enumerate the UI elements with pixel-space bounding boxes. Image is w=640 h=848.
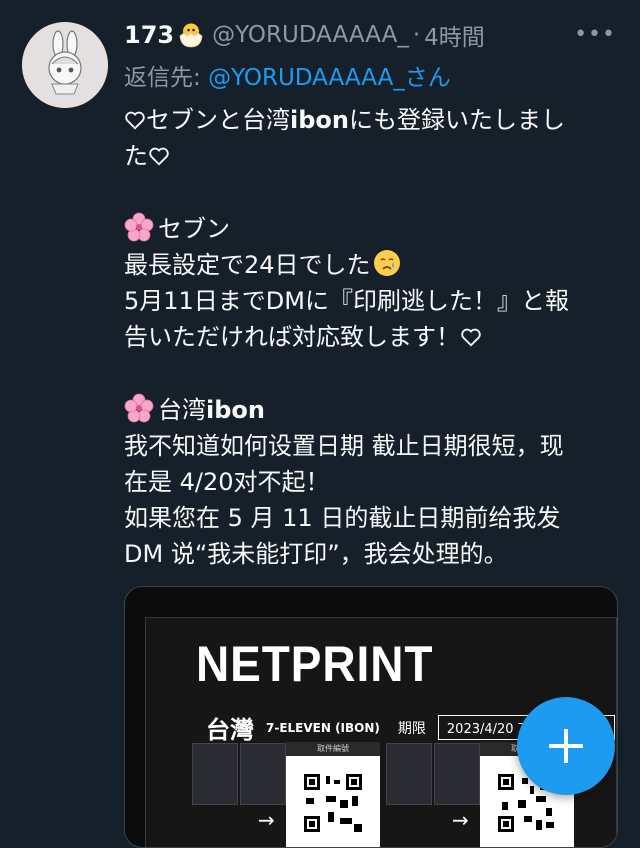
netprint-title: NETPRINT <box>196 636 434 692</box>
cherry-blossom-icon <box>124 212 154 241</box>
text-line: 5月11日までDMに『印刷逃した！』と報 <box>124 287 569 315</box>
hatching-chick-icon <box>176 20 206 50</box>
text-bold-ibon: ibon <box>290 106 349 134</box>
handle[interactable]: @YORUDAAAAA_ <box>212 22 409 48</box>
white-heart-icon <box>149 147 169 166</box>
text-line: 如果您在 5 月 11 日的截止日期前给我发 <box>124 504 561 533</box>
text-segment: 告いただければ対応致します！ <box>124 323 460 352</box>
crying-face-icon <box>373 249 400 276</box>
artwork-thumbnail <box>192 743 238 805</box>
qr-code-card: 取件編號 <box>286 742 380 847</box>
text-line: DM 说“我未能打印”，我会处理的。 <box>124 540 508 569</box>
text-line: 告いただければ対応致します！ <box>124 319 620 355</box>
artwork-thumbnail <box>240 743 286 805</box>
arrow-icon: → <box>258 808 275 832</box>
tweet-header: 173 @YORUDAAAAA_ · 4時間 ••• <box>124 18 622 52</box>
text-segment: にも登録いたしまし <box>348 106 565 134</box>
text-segment: た <box>124 142 148 171</box>
reply-label: 返信先: <box>124 65 209 91</box>
tweet-text: セブンと台湾ibonにも登録いたしまし た セブン 最長設定で24日でした 5月… <box>124 102 620 573</box>
separator: · <box>412 22 421 48</box>
qr-card-label: 取件編號 <box>286 742 380 756</box>
text-segment: セブンと台湾 <box>146 106 290 134</box>
text-line: 台湾ibon <box>124 392 620 428</box>
avatar[interactable] <box>22 22 108 108</box>
netprint-deadline-label: 期限 <box>397 720 426 737</box>
more-horizontal-icon[interactable]: ••• <box>574 22 616 47</box>
white-heart-icon <box>125 111 145 130</box>
white-heart-icon <box>461 328 481 347</box>
cherry-blossom-icon <box>124 393 154 422</box>
text-line: た <box>124 138 620 174</box>
timestamp[interactable]: 4時間 <box>424 18 485 52</box>
text-line: セブン <box>124 211 620 247</box>
text-bold-ibon: ibon <box>206 395 265 424</box>
netprint-region: 台灣 <box>206 716 254 744</box>
qr-code-icon <box>304 774 362 832</box>
reply-to: 返信先: @YORUDAAAAA_さん <box>124 58 451 92</box>
reply-handle-link[interactable]: @YORUDAAAAA_さん <box>208 65 451 91</box>
text-line: 最長設定で24日でした <box>124 247 620 283</box>
arrow-icon: → <box>452 808 469 832</box>
plus-icon <box>549 729 583 763</box>
compose-button[interactable] <box>517 697 615 795</box>
display-name[interactable]: 173 <box>124 21 174 49</box>
netprint-store: 7-ELEVEN (IBON) <box>266 720 380 735</box>
text-line: セブンと台湾ibonにも登録いたしまし <box>124 102 620 138</box>
text-segment: セブン <box>158 214 230 243</box>
artwork-thumbnail <box>434 743 480 805</box>
artwork-thumbnail <box>386 743 432 805</box>
text-segment: 最長設定で24日でした <box>124 250 371 279</box>
text-segment: 台湾 <box>158 395 206 424</box>
text-line: 我不知道如何设置日期 截止日期很短，现 <box>124 431 564 460</box>
text-line: 在是 4/20对不起！ <box>124 468 330 496</box>
